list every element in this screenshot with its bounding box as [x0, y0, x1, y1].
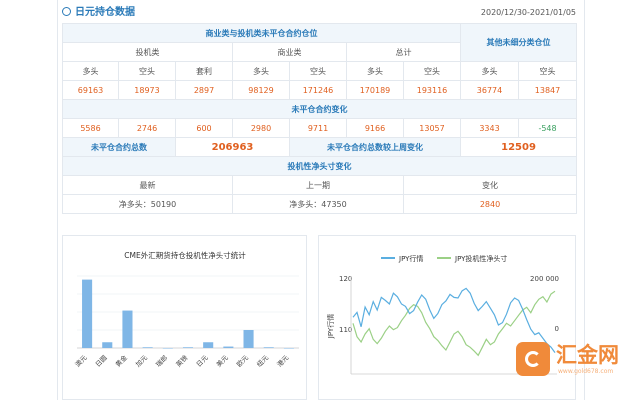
- section-title: 日元持仓数据: [62, 4, 135, 22]
- net-position-header: 投机性净头寸变化: [61, 156, 578, 176]
- col-label: 套利: [175, 61, 233, 81]
- other-header: 其他未细分类仓位: [460, 23, 578, 62]
- weekly-change-label: 未平仓合约总数较上周变化: [288, 137, 462, 157]
- positions-row: 69163 18973 2897 98129 171246 170189 193…: [62, 80, 578, 100]
- legend-label: JPY投机性净头寸: [454, 254, 507, 263]
- change-cell: 13057: [402, 118, 462, 138]
- change-cell: 5586: [62, 118, 119, 138]
- col-label: 多头: [460, 61, 520, 81]
- change-cell: 9711: [289, 118, 347, 138]
- bar-category-label: 加元: [133, 353, 149, 369]
- position-cell: 36774: [460, 80, 520, 100]
- bar-category-label: 黄金: [113, 353, 129, 369]
- position-cell: 193116: [402, 80, 462, 100]
- bar-chart-panel: CME外汇期货持仓投机性净头寸统计 澳元 日圆 黄金 加元 瑞郎 英镑 日元 美元 欧元 纽元 港元: [62, 235, 307, 400]
- totals-row: 未平仓合约总数 206963 未平仓合约总数较上周变化 12509: [62, 137, 578, 157]
- col-label: 多头: [232, 61, 290, 81]
- net-header-previous: 上一期: [232, 175, 404, 195]
- col-label: 多头: [346, 61, 404, 81]
- bar: [243, 330, 254, 348]
- commercial-header: 商业类: [232, 42, 347, 62]
- watermark-logo: 汇金网 www.gold678.com: [516, 340, 636, 380]
- group-header: 商业类与投机类未平仓合约仓位: [61, 23, 462, 43]
- bar: [82, 279, 93, 348]
- position-cell: 170189: [346, 80, 404, 100]
- column-label-row: 多头 空头 套利 多头 空头 多头 空头 多头 空头: [62, 61, 578, 81]
- bar-category-label: 纽元: [255, 353, 271, 369]
- net-previous: 净多头：47350: [232, 194, 404, 214]
- speculative-header: 投机类: [62, 42, 233, 62]
- change-cell: 2980: [232, 118, 290, 138]
- total-header: 总计: [345, 42, 462, 62]
- bar-category-label: 日元: [195, 353, 210, 368]
- bar: [142, 347, 153, 348]
- col-label: 多头: [62, 61, 119, 81]
- left-tick-top: 120: [339, 275, 352, 283]
- total-label: 未平仓合约总数: [62, 137, 176, 157]
- total-value: 206963: [175, 137, 290, 157]
- change-cell: 600: [175, 118, 233, 138]
- bar: [203, 342, 214, 348]
- position-cell: 69163: [62, 80, 119, 100]
- logo-url: www.gold678.com: [558, 368, 614, 375]
- changes-row: 5586 2746 600 2980 9711 9166 13057 3343 …: [62, 118, 578, 138]
- legend-label: JPY行情: [398, 254, 423, 263]
- col-label: 空头: [518, 61, 578, 81]
- bar: [263, 347, 274, 348]
- bar-category-label: 日圆: [94, 354, 109, 369]
- change-cell: 3343: [460, 118, 520, 138]
- positions-table: 商业类与投机类未平仓合约仓位 其他未细分类仓位 投机类 商业类 总计 多头 空头…: [61, 23, 578, 214]
- bar-category-label: 瑞郎: [154, 353, 170, 369]
- bar-category-label: 英镑: [174, 353, 190, 369]
- right-tick-bottom: 0: [555, 325, 559, 333]
- position-cell: 2897: [175, 80, 233, 100]
- net-header-latest: 最新: [62, 175, 233, 195]
- bar-category-label: 美元: [214, 353, 230, 369]
- section-title-text: 日元持仓数据: [75, 7, 135, 18]
- circle-icon: [62, 7, 71, 16]
- bar-category-label: 欧元: [234, 353, 250, 369]
- col-label: 空头: [402, 61, 462, 81]
- bar-grid: [77, 275, 299, 349]
- logo-badge-icon: [516, 342, 550, 376]
- bar: [122, 310, 133, 348]
- date-range: 2020/12/30-2021/01/05: [480, 8, 576, 17]
- position-cell: 13847: [518, 80, 578, 100]
- net-latest: 净多头：50190: [62, 194, 233, 214]
- right-tick-top: 200 000: [530, 275, 559, 283]
- change-cell: 9166: [346, 118, 404, 138]
- bar-marks: [82, 279, 294, 349]
- net-header-row: 最新 上一期 变化: [62, 175, 578, 195]
- net-change: 2840: [402, 194, 578, 214]
- section-header: 日元持仓数据 2020/12/30-2021/01/05: [62, 4, 576, 22]
- position-cell: 171246: [289, 80, 347, 100]
- change-header: 未平仓合约变化: [61, 99, 578, 119]
- bar: [223, 346, 234, 348]
- bar: [102, 342, 113, 348]
- bar-chart-title: CME外汇期货持仓投机性净头寸统计: [124, 250, 246, 260]
- bar-category-label: 澳元: [73, 353, 89, 369]
- bar: [162, 348, 173, 349]
- position-cell: 98129: [232, 80, 290, 100]
- bar-chart: CME外汇期货持仓投机性净头寸统计 澳元 日圆 黄金 加元 瑞郎 英镑 日元 美元 欧元 纽元 港元: [73, 250, 299, 369]
- change-cell: 2746: [118, 118, 176, 138]
- logo-text: 汇金网: [556, 343, 619, 367]
- left-tick-bottom: 110: [339, 326, 352, 334]
- col-label: 空头: [118, 61, 176, 81]
- left-axis-label: JPY行情: [326, 314, 335, 339]
- col-label: 空头: [289, 61, 347, 81]
- bar: [182, 347, 194, 348]
- bar-category-label: 港元: [275, 353, 291, 369]
- net-values-row: 净多头：50190 净多头：47350 2840: [62, 194, 578, 214]
- change-cell: -548: [518, 118, 578, 138]
- net-header-change: 变化: [402, 175, 578, 195]
- weekly-change-value: 12509: [460, 137, 578, 157]
- bar-labels: 澳元 日圆 黄金 加元 瑞郎 英镑 日元 美元 欧元 纽元 港元: [73, 353, 291, 369]
- position-cell: 18973: [118, 80, 176, 100]
- bar: [283, 348, 294, 349]
